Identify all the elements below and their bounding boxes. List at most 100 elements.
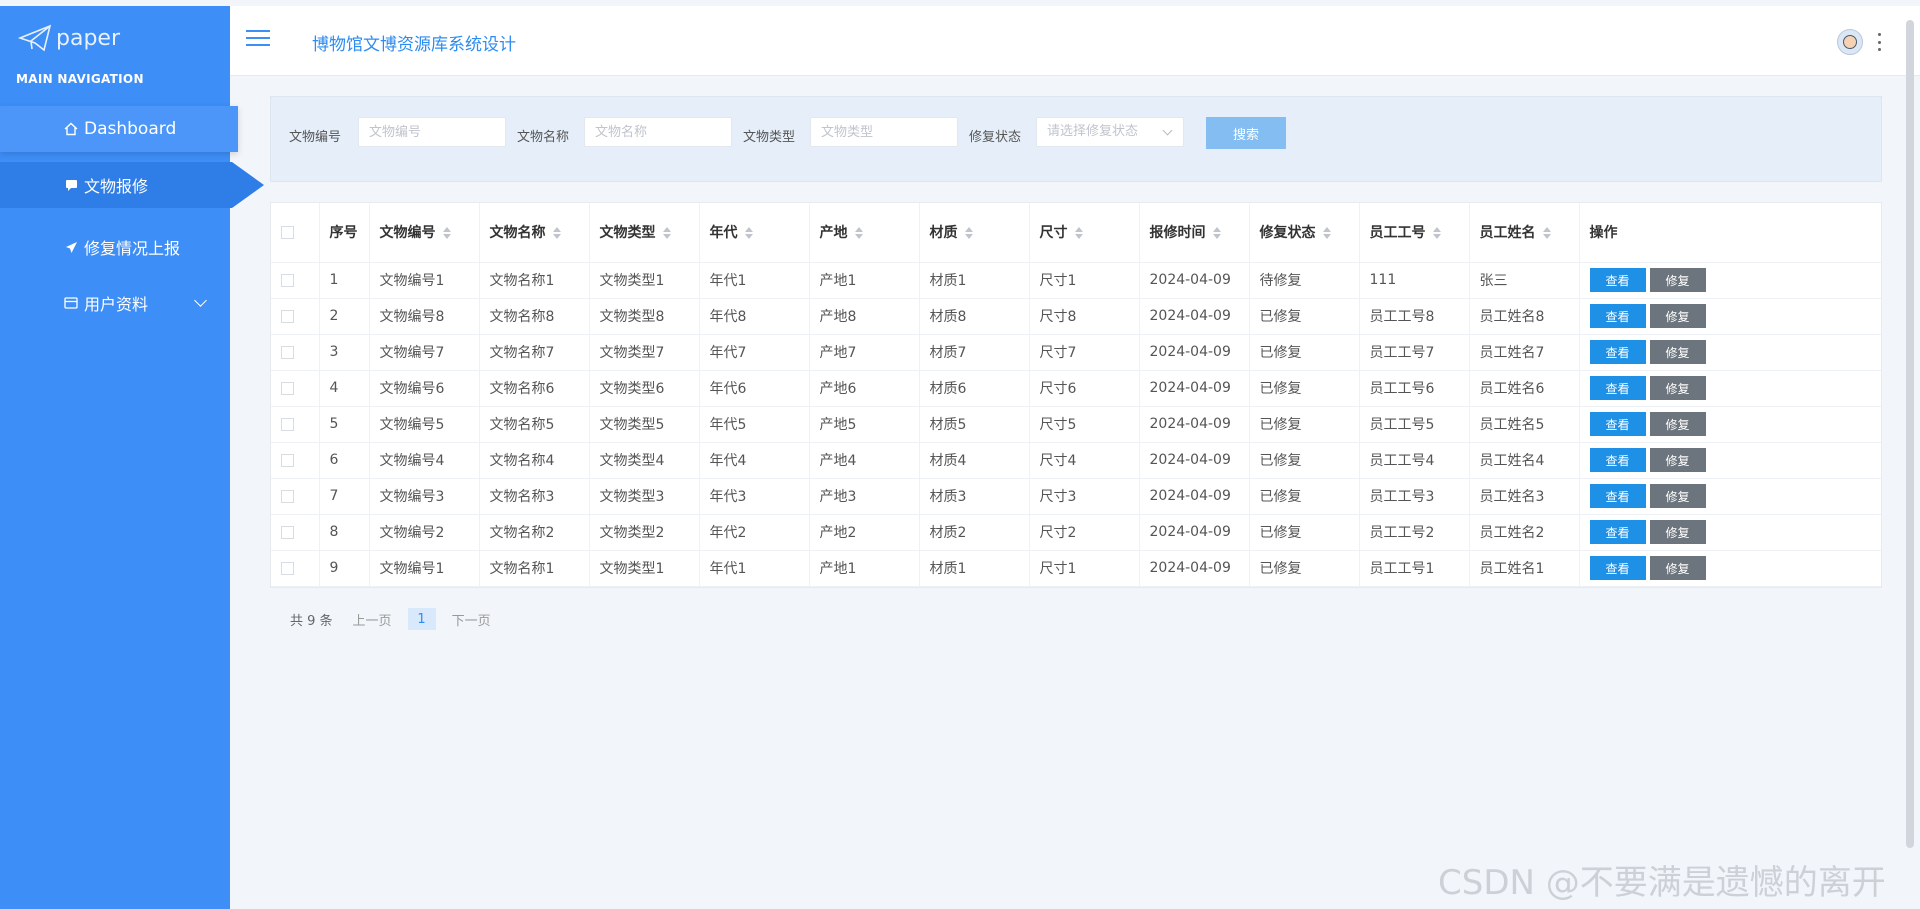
row-checkbox[interactable] [281, 489, 294, 503]
col-header-staff-id[interactable]: 员工工号 [1359, 203, 1470, 263]
row-checkbox[interactable] [281, 273, 294, 287]
repair-button[interactable]: 修复 [1649, 268, 1706, 292]
table-cell: 文物名称7 [479, 334, 590, 371]
table-cell: 材质1 [919, 550, 1030, 587]
sidebar-item-label: Dashboard [84, 119, 177, 139]
row-checkbox-cell[interactable] [271, 478, 320, 515]
row-checkbox[interactable] [281, 417, 294, 431]
sidebar-item-repair-report[interactable]: 修复情况上报 [0, 224, 238, 270]
repair-button[interactable]: 修复 [1649, 376, 1706, 400]
sidebar-item-dashboard[interactable]: Dashboard [0, 106, 238, 152]
repair-button[interactable]: 修复 [1649, 448, 1706, 472]
select-all-checkbox-cell[interactable] [271, 203, 320, 263]
row-checkbox[interactable] [281, 345, 294, 359]
row-actions: 查看 修复 [1579, 262, 1881, 299]
select-all-checkbox[interactable] [281, 225, 294, 239]
view-button[interactable]: 查看 [1589, 304, 1646, 328]
col-header-relic-no[interactable]: 文物编号 [369, 203, 480, 263]
row-checkbox-cell[interactable] [271, 334, 320, 371]
table-cell: 材质5 [919, 406, 1030, 443]
row-checkbox-cell[interactable] [271, 514, 320, 551]
sort-icon[interactable] [854, 227, 863, 240]
row-checkbox[interactable] [281, 525, 294, 539]
row-checkbox[interactable] [281, 561, 294, 575]
repair-button[interactable]: 修复 [1649, 484, 1706, 508]
search-button[interactable]: 搜索 [1206, 117, 1286, 149]
relic-name-input[interactable] [584, 117, 732, 147]
view-button[interactable]: 查看 [1589, 268, 1646, 292]
prev-page-link[interactable]: 上一页 [353, 610, 392, 629]
sort-icon[interactable] [744, 227, 753, 240]
home-icon [62, 122, 80, 136]
page-number-current[interactable]: 1 [407, 608, 436, 630]
sort-icon[interactable] [662, 227, 671, 240]
col-header-relic-type[interactable]: 文物类型 [589, 203, 700, 263]
row-checkbox-cell[interactable] [271, 406, 320, 443]
row-checkbox[interactable] [281, 381, 294, 395]
sort-icon[interactable] [1212, 227, 1221, 240]
view-button[interactable]: 查看 [1589, 412, 1646, 436]
more-vertical-icon[interactable] [1878, 33, 1882, 51]
sort-icon[interactable] [1542, 227, 1551, 240]
relic-no-input[interactable] [358, 117, 506, 147]
next-page-link[interactable]: 下一页 [452, 610, 491, 629]
avatar[interactable] [1837, 29, 1863, 55]
table-cell: 员工姓名6 [1469, 370, 1580, 407]
sort-icon[interactable] [552, 227, 561, 240]
table-cell: 员工工号8 [1359, 298, 1470, 335]
repair-button[interactable]: 修复 [1649, 520, 1706, 544]
page-scrollbar[interactable] [1906, 20, 1914, 848]
sort-icon[interactable] [1074, 227, 1083, 240]
view-button[interactable]: 查看 [1589, 448, 1646, 472]
view-button[interactable]: 查看 [1589, 340, 1646, 364]
table-cell: 员工工号2 [1359, 514, 1470, 551]
row-checkbox-cell[interactable] [271, 298, 320, 335]
table-cell: 1 [319, 262, 370, 299]
col-header-label: 文物编号 [379, 225, 436, 242]
col-header-relic-name[interactable]: 文物名称 [479, 203, 590, 263]
sidebar-item-relic-repair[interactable]: 文物报修 [0, 162, 264, 208]
repair-button[interactable]: 修复 [1649, 556, 1706, 580]
view-button[interactable]: 查看 [1589, 484, 1646, 508]
relic-type-input[interactable] [810, 117, 958, 147]
col-header-label: 员工姓名 [1479, 225, 1536, 242]
table-cell: 文物类型3 [589, 478, 700, 515]
sort-icon[interactable] [1432, 227, 1441, 240]
search-panel: 文物编号 文物名称 文物类型 修复状态 请选择修复状态 搜索 [270, 96, 1882, 182]
table-row: 3 文物编号7 文物名称7 文物类型7 年代7 产地7 材质7 尺寸7 2024-04-09 已修… [271, 334, 1881, 371]
view-button[interactable]: 查看 [1589, 376, 1646, 400]
table-cell: 文物编号8 [369, 298, 480, 335]
repair-status-select[interactable]: 请选择修复状态 [1036, 117, 1184, 147]
sidebar-item-user-profile[interactable]: 用户资料 [0, 280, 238, 326]
repair-button[interactable]: 修复 [1649, 412, 1706, 436]
brand-logo[interactable]: paper [18, 24, 120, 52]
repair-button[interactable]: 修复 [1649, 340, 1706, 364]
col-header-material[interactable]: 材质 [919, 203, 1030, 263]
row-checkbox-cell[interactable] [271, 442, 320, 479]
table-cell: 文物编号3 [369, 478, 480, 515]
menu-toggle-icon[interactable] [246, 30, 270, 48]
col-header-report-time[interactable]: 报修时间 [1139, 203, 1250, 263]
watermark: CSDN @不要满是遗憾的离开 [1438, 863, 1886, 903]
table-cell: 员工工号7 [1359, 334, 1470, 371]
col-header-size[interactable]: 尺寸 [1029, 203, 1140, 263]
repair-button[interactable]: 修复 [1649, 304, 1706, 328]
row-checkbox[interactable] [281, 453, 294, 467]
table-cell: 9 [319, 550, 370, 587]
table-cell: 材质4 [919, 442, 1030, 479]
row-checkbox-cell[interactable] [271, 262, 320, 299]
col-header-origin[interactable]: 产地 [809, 203, 920, 263]
col-header-repair-status[interactable]: 修复状态 [1249, 203, 1360, 263]
col-header-era[interactable]: 年代 [699, 203, 810, 263]
row-checkbox[interactable] [281, 309, 294, 323]
table-cell: 尺寸2 [1029, 514, 1140, 551]
table-cell: 员工工号3 [1359, 478, 1470, 515]
sort-icon[interactable] [1322, 227, 1331, 240]
sort-icon[interactable] [964, 227, 973, 240]
view-button[interactable]: 查看 [1589, 556, 1646, 580]
row-checkbox-cell[interactable] [271, 550, 320, 587]
row-checkbox-cell[interactable] [271, 370, 320, 407]
sort-icon[interactable] [442, 227, 451, 240]
col-header-staff-name[interactable]: 员工姓名 [1469, 203, 1580, 263]
view-button[interactable]: 查看 [1589, 520, 1646, 544]
